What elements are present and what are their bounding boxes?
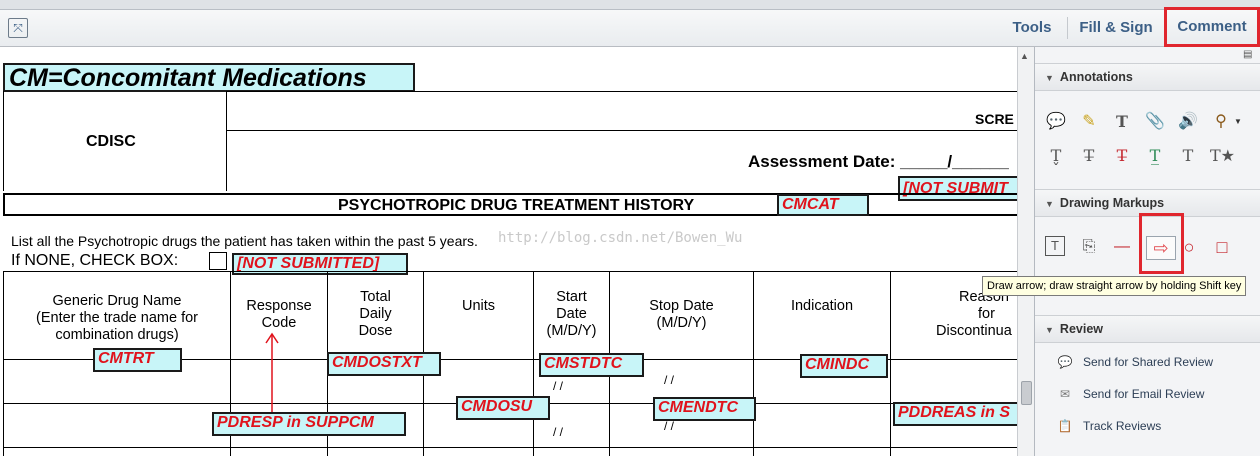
header-top-line (227, 91, 1017, 92)
comment-button[interactable]: Comment (1164, 7, 1260, 47)
col-header-reason: Reason for Discontinua (936, 289, 1012, 339)
track-reviews-item[interactable]: 📋 Track Reviews (1055, 415, 1162, 437)
attach-file-icon[interactable]: 📎 (1144, 111, 1166, 133)
document-scrollbar[interactable]: ▲ (1017, 47, 1034, 456)
scroll-up-icon[interactable]: ▲ (1020, 51, 1029, 61)
highlight-text-icon[interactable]: ✎ (1078, 111, 1100, 133)
draw-arrow-icon[interactable]: ⇨ (1146, 236, 1176, 260)
stop-date-slashes: / / (664, 419, 675, 433)
shared-review-icon: 💬 (1057, 355, 1073, 369)
underline-icon[interactable]: T̲ (1144, 145, 1166, 167)
strikethrough-icon[interactable]: T̶ (1111, 145, 1133, 167)
main-toolbar: ⤧ Tools Fill & Sign Comment (0, 7, 1260, 47)
email-review-icon: ✉ (1059, 387, 1071, 401)
scrollbar-thumb[interactable] (1021, 381, 1032, 405)
draw-oval-icon[interactable]: ○ (1178, 236, 1200, 258)
col-header-response-code: Response Code (246, 298, 312, 331)
tools-button[interactable]: Tools (1004, 10, 1060, 46)
instructions-line-2: If NONE, CHECK BOX: (11, 252, 179, 269)
cmendtc-label: CMENDTC (653, 397, 756, 421)
record-audio-icon[interactable]: 🔊 (1177, 111, 1199, 133)
cmtrt-label: CMTRT (93, 348, 182, 372)
col-header-units: Units (461, 298, 496, 314)
collapse-triangle-icon: ▼ (1045, 199, 1054, 209)
cmdosu-label: CMDOSU (456, 396, 550, 420)
table-row-line (3, 447, 1017, 448)
page-view-icon[interactable]: ⤧ (8, 18, 28, 38)
draw-rectangle-icon[interactable]: □ (1211, 236, 1233, 258)
col-header-stop-date: Stop Date (M/D/Y) (649, 298, 714, 331)
pddreas-label: PDDREAS in S (893, 402, 1017, 426)
highlight-star-icon[interactable]: T★ (1210, 145, 1235, 167)
response-arrow-annotation[interactable] (262, 331, 282, 415)
header-divider-vertical (226, 91, 227, 191)
fill-sign-button[interactable]: Fill & Sign (1074, 10, 1158, 46)
collapse-triangle-icon: ▼ (1045, 325, 1054, 335)
screening-label: SCRE (975, 111, 1014, 127)
instructions-line-1: List all the Psychotropic drugs the pati… (11, 233, 478, 249)
start-date-slashes: / / (553, 379, 564, 393)
text-callout-icon[interactable]: ⎘ (1078, 236, 1100, 258)
review-section-header[interactable]: ▼ Review (1035, 315, 1260, 343)
text-box-icon[interactable]: T (1045, 236, 1065, 256)
col-header-indication: Indication (790, 298, 854, 314)
table-col-line (890, 271, 891, 456)
cmdostxt-label: CMDOSTXT (327, 352, 441, 376)
cmindc-label: CMINDC (800, 354, 888, 378)
header-mid-line (227, 130, 1017, 131)
col-header-start-date: Start Date (M/D/Y) (546, 289, 597, 339)
send-email-review-item[interactable]: ✉ Send for Email Review (1055, 383, 1204, 405)
header-left-border (3, 91, 4, 191)
col-header-drug-name: Generic Drug Name (Enter the trade name f… (36, 293, 198, 343)
pdresp-label: PDRESP in SUPPCM (212, 412, 406, 436)
cmcat-label: CMCAT (777, 194, 869, 216)
arrow-tool-tooltip: Draw arrow; draw straight arrow by holdi… (982, 276, 1247, 296)
stop-date-slashes: / / (664, 373, 675, 387)
comment-pane: ▤ ▼ Annotations 💬 ✎ T 📎 🔊 ⚲ ▼ T̬ T̶ T̶ T̲… (1034, 47, 1260, 456)
collapse-triangle-icon: ▼ (1045, 73, 1054, 83)
form-title: CM=Concomitant Medications (3, 63, 415, 92)
insert-text-icon[interactable]: T̬ (1045, 145, 1067, 167)
add-text-icon[interactable]: T (1111, 111, 1133, 133)
org-label: CDISC (86, 133, 136, 150)
track-reviews-icon: 📋 (1057, 419, 1073, 433)
replace-text-icon[interactable]: T̶ (1078, 145, 1100, 167)
document-page[interactable]: CM=Concomitant Medications CDISC SCRE As… (0, 47, 1017, 456)
table-top-line (3, 271, 1017, 272)
annotations-section-header[interactable]: ▼ Annotations (1035, 63, 1260, 91)
none-checkbox[interactable] (209, 252, 227, 270)
section-title: PSYCHOTROPIC DRUG TREATMENT HISTORY (338, 197, 695, 214)
assessment-date-label: Assessment Date: _____/______ (748, 152, 1009, 171)
sticky-note-icon[interactable]: 💬 (1045, 111, 1067, 133)
pane-options-icon[interactable]: ▤ (1243, 49, 1252, 60)
stamp-icon[interactable]: ⚲ (1210, 111, 1232, 133)
toolbar-separator (1067, 17, 1068, 39)
watermark-text: http://blog.csdn.net/Bowen_Wu (498, 230, 743, 246)
send-shared-review-item[interactable]: 💬 Send for Shared Review (1055, 351, 1214, 373)
start-date-slashes: / / (553, 425, 564, 439)
draw-line-icon[interactable]: — (1111, 236, 1133, 258)
window-title-strip (0, 0, 1260, 10)
stamp-dropdown-icon[interactable]: ▼ (1234, 117, 1242, 126)
add-note-to-text-icon[interactable]: T (1177, 145, 1199, 167)
col-header-total-daily-dose: Total Daily Dose (358, 289, 393, 339)
cmstdtc-label: CMSTDTC (539, 353, 644, 377)
